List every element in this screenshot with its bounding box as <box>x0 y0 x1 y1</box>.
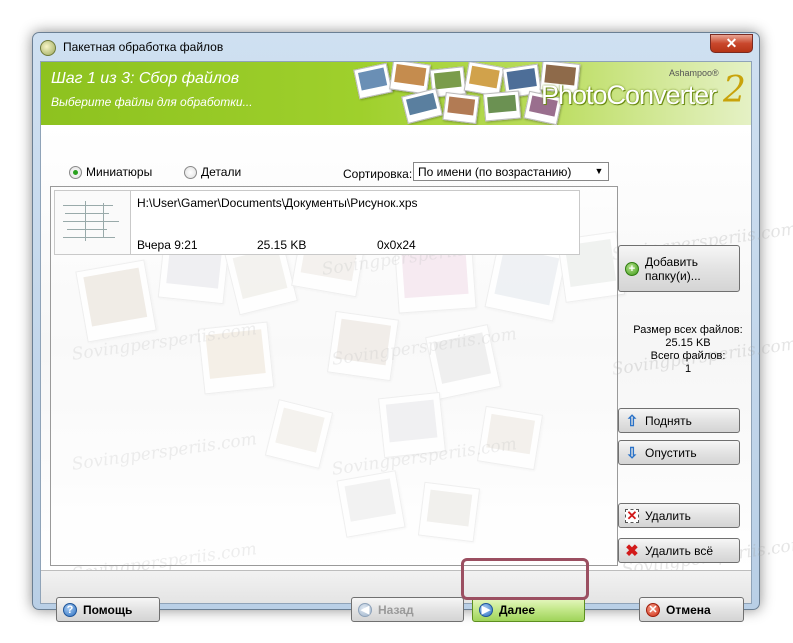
help-icon: ? <box>63 602 77 617</box>
view-thumbnails-radio[interactable]: Миниатюры <box>69 165 152 179</box>
total-count-value: 1 <box>684 363 692 375</box>
cancel-button[interactable]: ✕ Отмена <box>639 597 744 622</box>
collage-photo <box>401 88 443 124</box>
remove-all-button[interactable]: ✖ Удалить всё <box>618 538 740 563</box>
app-icon <box>40 40 56 56</box>
main-window: Пакетная обработка файлов ✕ Шаг 1 из 3: … <box>32 32 793 622</box>
file-date: Вчера 9:21 <box>137 238 198 252</box>
step-title: Шаг 1 из 3: Сбор файлов <box>51 70 240 87</box>
remove-button[interactable]: ✕ Удалить <box>618 503 740 528</box>
remove-all-label: Удалить всё <box>645 543 714 558</box>
header-banner: Шаг 1 из 3: Сбор файлов Выберите файлы д… <box>41 62 751 125</box>
file-size: 25.15 KB <box>257 238 307 252</box>
move-down-button[interactable]: ⇩ Опустить <box>618 440 740 465</box>
sort-label: Сортировка: <box>343 167 413 181</box>
back-button[interactable]: ◀ Назад <box>351 597 464 622</box>
cancel-icon: ✕ <box>646 602 660 617</box>
collage-photo <box>482 90 522 122</box>
file-thumbnail <box>55 191 131 254</box>
sort-dropdown-value: По имени (по возрастанию) <box>418 165 572 179</box>
chevron-down-icon: ▼ <box>594 166 604 176</box>
next-label: Далее <box>499 602 536 617</box>
add-folder-label: Добавить папку(и)... <box>645 254 701 283</box>
add-folder-button[interactable]: + Добавить папку(и)... <box>618 245 740 292</box>
logo-name: PhotoConverter <box>541 80 717 110</box>
remove-icon: ✕ <box>625 507 639 523</box>
title-bar: Пакетная обработка файлов ✕ <box>33 33 759 61</box>
move-down-label: Опустить <box>645 445 697 460</box>
total-count-label: Всего файлов: <box>650 350 726 362</box>
file-path: H:\User\Gamer\Documents\Документы\Рисуно… <box>137 196 418 210</box>
radio-unselected-indicator <box>184 165 197 179</box>
help-label: Помощь <box>83 602 133 617</box>
collage-photo <box>353 62 393 100</box>
close-button[interactable]: ✕ <box>710 34 753 53</box>
next-button-highlight <box>461 558 589 600</box>
help-button[interactable]: ? Помощь <box>56 597 160 622</box>
collage-photo <box>442 92 480 124</box>
radio-selected-indicator <box>69 165 82 179</box>
total-size-value: 25.15 KB <box>665 337 711 349</box>
file-dimensions: 0x0x24 <box>377 238 416 252</box>
sort-dropdown[interactable]: По имени (по возрастанию) ▼ <box>413 162 609 181</box>
client-area: Шаг 1 из 3: Сбор файлов Выберите файлы д… <box>40 61 793 622</box>
logo-version: 2 <box>723 70 746 111</box>
add-icon: + <box>625 261 639 276</box>
arrow-up-icon: ⇧ <box>625 412 639 430</box>
file-list[interactable]: H:\User\Gamer\Documents\Документы\Рисуно… <box>50 186 618 566</box>
logo-brand: Ashampoo® <box>669 68 719 78</box>
back-icon: ◀ <box>358 602 372 617</box>
move-up-label: Поднять <box>645 413 692 428</box>
remove-label: Удалить <box>645 508 691 523</box>
move-up-button[interactable]: ⇧ Поднять <box>618 408 740 433</box>
view-thumbnails-label: Миниатюры <box>86 165 153 179</box>
back-label: Назад <box>378 602 414 617</box>
cancel-label: Отмена <box>666 602 711 617</box>
view-details-radio[interactable]: Детали <box>184 165 241 179</box>
file-list-item[interactable]: H:\User\Gamer\Documents\Документы\Рисуно… <box>54 190 580 255</box>
arrow-down-icon: ⇩ <box>625 444 639 462</box>
total-size-label: Размер всех файлов: <box>633 324 743 336</box>
collage-photo <box>389 62 431 95</box>
view-details-label: Детали <box>201 165 242 179</box>
next-icon: ▶ <box>479 602 493 617</box>
next-button[interactable]: ▶ Далее <box>472 597 585 622</box>
file-stats: Размер всех файлов: 25.15 KB Всего файло… <box>619 324 757 376</box>
window-title: Пакетная обработка файлов <box>63 40 224 54</box>
step-subtitle: Выберите файлы для обработки... <box>51 95 253 109</box>
remove-all-icon: ✖ <box>625 542 639 560</box>
